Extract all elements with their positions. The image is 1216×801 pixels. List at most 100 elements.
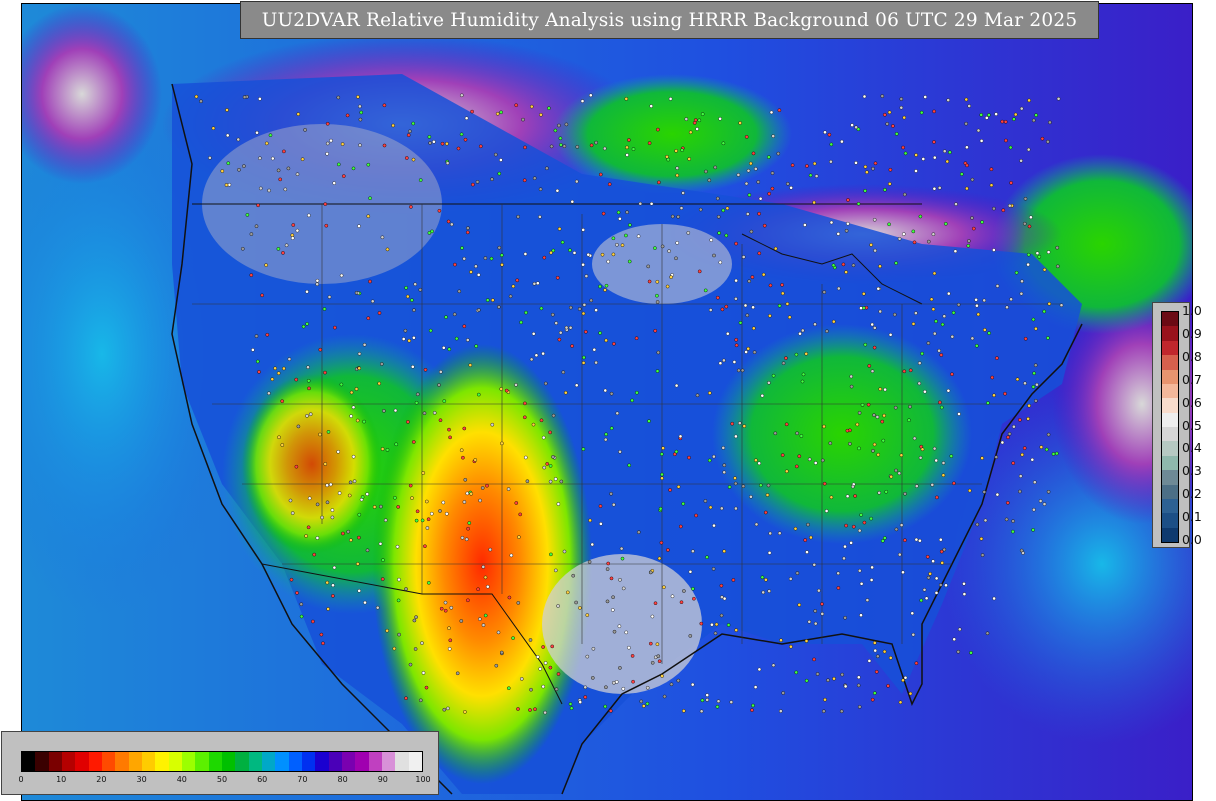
station-marker bbox=[320, 515, 324, 520]
station-marker bbox=[393, 495, 397, 500]
station-marker bbox=[539, 418, 544, 423]
station-marker bbox=[911, 229, 916, 234]
station-marker bbox=[630, 654, 635, 658]
station-marker bbox=[941, 461, 946, 465]
station-marker bbox=[797, 454, 802, 459]
station-marker bbox=[944, 583, 948, 588]
station-marker bbox=[883, 113, 887, 117]
station-marker bbox=[674, 149, 678, 153]
station-marker bbox=[853, 494, 857, 498]
station-marker bbox=[957, 412, 961, 416]
station-marker bbox=[341, 531, 345, 536]
station-marker bbox=[946, 388, 951, 393]
station-marker bbox=[572, 251, 577, 255]
station-marker bbox=[620, 556, 625, 561]
station-marker bbox=[507, 595, 512, 600]
station-marker bbox=[340, 142, 345, 146]
station-marker bbox=[675, 241, 680, 245]
station-marker bbox=[551, 248, 556, 253]
station-marker bbox=[934, 576, 939, 581]
station-marker bbox=[716, 699, 721, 704]
station-marker bbox=[1008, 145, 1013, 150]
station-marker bbox=[564, 325, 569, 330]
station-marker bbox=[843, 616, 847, 620]
station-marker bbox=[743, 303, 748, 308]
station-marker bbox=[734, 296, 738, 301]
station-marker bbox=[933, 331, 937, 336]
station-marker bbox=[1031, 317, 1036, 322]
station-marker bbox=[873, 161, 878, 166]
station-marker bbox=[870, 322, 875, 327]
station-marker bbox=[865, 598, 870, 602]
station-marker bbox=[410, 496, 414, 500]
station-marker bbox=[357, 351, 362, 356]
station-marker bbox=[564, 390, 568, 395]
station-marker bbox=[404, 696, 408, 701]
station-marker bbox=[1001, 208, 1006, 212]
station-marker bbox=[656, 127, 660, 132]
station-marker bbox=[712, 454, 716, 459]
station-marker bbox=[226, 161, 231, 165]
station-marker bbox=[397, 577, 401, 582]
station-marker bbox=[729, 700, 734, 704]
station-marker bbox=[589, 298, 594, 303]
station-marker bbox=[288, 498, 293, 503]
station-marker bbox=[325, 122, 330, 126]
station-marker bbox=[938, 400, 942, 405]
station-marker bbox=[681, 191, 685, 195]
station-marker bbox=[726, 623, 731, 627]
station-marker bbox=[619, 546, 624, 551]
colorbar-swatch bbox=[155, 752, 169, 771]
station-marker bbox=[618, 666, 622, 670]
station-marker bbox=[722, 549, 727, 554]
station-marker bbox=[428, 328, 433, 333]
station-marker bbox=[777, 108, 782, 112]
station-marker bbox=[511, 284, 516, 289]
station-marker bbox=[437, 208, 442, 213]
station-marker bbox=[543, 661, 548, 665]
station-marker bbox=[1047, 301, 1052, 306]
station-marker bbox=[621, 687, 626, 691]
station-marker bbox=[962, 592, 967, 596]
station-marker bbox=[785, 469, 789, 474]
station-marker bbox=[432, 411, 437, 415]
station-marker bbox=[983, 328, 987, 332]
station-marker bbox=[581, 262, 585, 267]
station-marker bbox=[1008, 203, 1012, 208]
station-marker bbox=[873, 326, 877, 330]
station-marker bbox=[348, 480, 353, 485]
station-marker bbox=[455, 671, 460, 676]
scale-swatch bbox=[1162, 455, 1178, 471]
station-marker bbox=[800, 379, 805, 384]
station-marker bbox=[1023, 196, 1028, 201]
station-marker bbox=[287, 357, 292, 361]
station-marker bbox=[254, 224, 259, 228]
station-marker bbox=[211, 126, 216, 130]
station-marker bbox=[410, 364, 415, 369]
station-marker bbox=[940, 561, 945, 565]
map-area[interactable] bbox=[21, 3, 1193, 801]
station-marker bbox=[438, 418, 443, 423]
station-marker bbox=[923, 389, 927, 394]
station-marker bbox=[836, 586, 841, 590]
station-marker bbox=[666, 548, 670, 552]
station-marker bbox=[645, 701, 650, 706]
station-marker bbox=[855, 422, 860, 427]
station-marker bbox=[797, 603, 802, 607]
station-marker bbox=[584, 329, 588, 334]
station-marker bbox=[264, 141, 269, 146]
station-marker bbox=[523, 145, 527, 150]
station-marker bbox=[970, 177, 975, 182]
station-marker bbox=[773, 431, 778, 436]
station-marker bbox=[598, 284, 602, 289]
station-marker bbox=[627, 138, 631, 142]
station-marker bbox=[483, 575, 488, 580]
station-marker bbox=[894, 261, 898, 265]
station-marker bbox=[942, 547, 947, 552]
station-marker bbox=[355, 418, 360, 423]
station-marker bbox=[857, 411, 862, 415]
station-marker bbox=[965, 163, 969, 168]
station-marker bbox=[514, 103, 519, 107]
station-marker bbox=[558, 330, 563, 335]
station-marker bbox=[497, 305, 501, 309]
